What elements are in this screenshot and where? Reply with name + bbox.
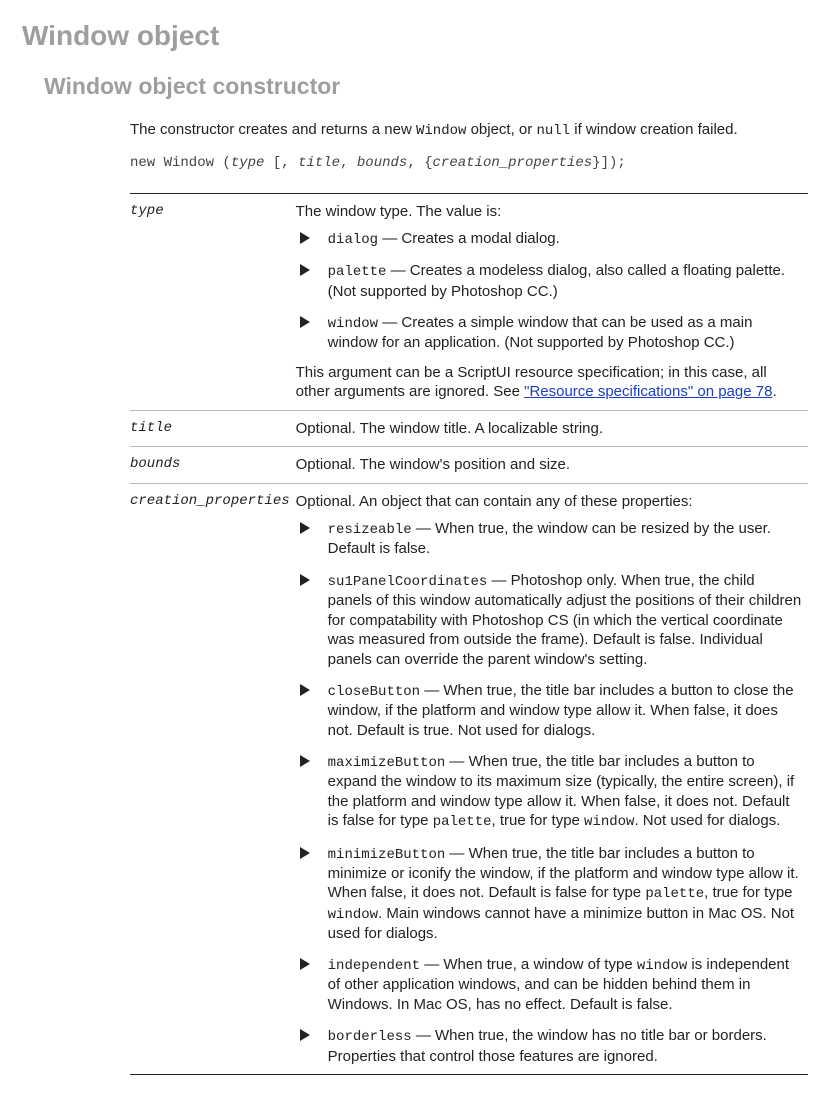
item-text: — Creates a modal dialog.	[378, 230, 560, 247]
triangle-icon	[300, 847, 310, 859]
param-desc-creation-properties: Optional. An object that can contain any…	[296, 483, 808, 1074]
table-row: title Optional. The window title. A loca…	[130, 410, 808, 447]
type-lead: The window type. The value is:	[296, 202, 802, 222]
triangle-icon	[300, 232, 310, 244]
list-item: borderless — When true, the window has n…	[296, 1026, 802, 1066]
intro-paragraph: The constructor creates and returns a ne…	[130, 120, 808, 140]
code-independent: independent	[328, 958, 420, 974]
syntax-param: creation_properties	[433, 155, 593, 171]
syntax-text: }]);	[592, 155, 626, 171]
table-row: type The window type. The value is: dial…	[130, 193, 808, 410]
type-value-list: dialog — Creates a modal dialog. palette…	[296, 229, 802, 353]
list-item: dialog — Creates a modal dialog.	[296, 229, 802, 249]
code-window: window	[637, 958, 687, 974]
cp-list: resizeable — When true, the window can b…	[296, 519, 802, 1066]
type-tail: This argument can be a ScriptUI resource…	[296, 363, 802, 402]
param-name-type: type	[130, 193, 296, 410]
triangle-icon	[300, 958, 310, 970]
syntax-text: ,	[340, 155, 357, 171]
triangle-icon	[300, 264, 310, 276]
table-row: creation_properties Optional. An object …	[130, 483, 808, 1074]
parameters-table: type The window type. The value is: dial…	[130, 193, 808, 1075]
syntax-text: new Window (	[130, 155, 231, 171]
code-resizeable: resizeable	[328, 522, 412, 538]
code-window: window	[328, 907, 378, 923]
param-name-bounds: bounds	[130, 447, 296, 484]
triangle-icon	[300, 522, 310, 534]
intro-text: object, or	[466, 121, 536, 138]
code-window: window	[328, 316, 378, 332]
list-item: closeButton — When true, the title bar i…	[296, 681, 802, 740]
param-name-title: title	[130, 410, 296, 447]
code-su1panelcoordinates: su1PanelCoordinates	[328, 574, 488, 590]
syntax-param: title	[298, 155, 340, 171]
item-text: — Creates a modeless dialog, also called…	[328, 262, 785, 299]
code-dialog: dialog	[328, 232, 378, 248]
item-text: . Not used for dialogs.	[634, 812, 780, 829]
syntax-param: type	[231, 155, 273, 171]
code-minimizebutton: minimizeButton	[328, 847, 446, 863]
item-text: — When true, a window of type	[420, 956, 637, 973]
code-palette: palette	[328, 264, 387, 280]
syntax-param: bounds	[357, 155, 407, 171]
triangle-icon	[300, 684, 310, 696]
code-window: window	[584, 814, 634, 830]
table-row: bounds Optional. The window's position a…	[130, 447, 808, 484]
list-item: su1PanelCoordinates — Photoshop only. Wh…	[296, 571, 802, 669]
item-text: , true for type	[492, 812, 585, 829]
triangle-icon	[300, 1029, 310, 1041]
section-title: Window object constructor	[44, 72, 808, 102]
list-item: minimizeButton — When true, the title ba…	[296, 844, 802, 944]
cp-lead: Optional. An object that can contain any…	[296, 492, 802, 512]
code-borderless: borderless	[328, 1029, 412, 1045]
param-desc-type: The window type. The value is: dialog — …	[296, 193, 808, 410]
item-text: , true for type	[704, 884, 792, 901]
item-text: . Main windows cannot have a minimize bu…	[328, 905, 794, 942]
code-palette: palette	[645, 886, 704, 902]
syntax-line: new Window (type [, title, bounds, {crea…	[130, 154, 808, 172]
code-palette: palette	[433, 814, 492, 830]
param-name-creation-properties: creation_properties	[130, 483, 296, 1074]
list-item: palette — Creates a modeless dialog, als…	[296, 261, 802, 301]
code-null: null	[536, 123, 570, 139]
code-window: Window	[416, 123, 466, 139]
resource-spec-link[interactable]: "Resource specifications" on page 78	[524, 383, 772, 400]
page-title: Window object	[22, 18, 808, 54]
code-maximizebutton: maximizeButton	[328, 755, 446, 771]
list-item: resizeable — When true, the window can b…	[296, 519, 802, 559]
list-item: window — Creates a simple window that ca…	[296, 313, 802, 353]
intro-text: The constructor creates and returns a ne…	[130, 121, 416, 138]
tail-text: .	[772, 383, 776, 400]
code-closebutton: closeButton	[328, 684, 420, 700]
item-text: — Creates a simple window that can be us…	[328, 314, 753, 351]
list-item: maximizeButton — When true, the title ba…	[296, 752, 802, 831]
param-desc-bounds: Optional. The window's position and size…	[296, 447, 808, 484]
triangle-icon	[300, 755, 310, 767]
syntax-text: [,	[273, 155, 298, 171]
syntax-text: , {	[407, 155, 432, 171]
triangle-icon	[300, 574, 310, 586]
content-body: The constructor creates and returns a ne…	[130, 120, 808, 1075]
triangle-icon	[300, 316, 310, 328]
param-desc-title: Optional. The window title. A localizabl…	[296, 410, 808, 447]
intro-text: if window creation failed.	[570, 121, 738, 138]
list-item: independent — When true, a window of typ…	[296, 955, 802, 1014]
